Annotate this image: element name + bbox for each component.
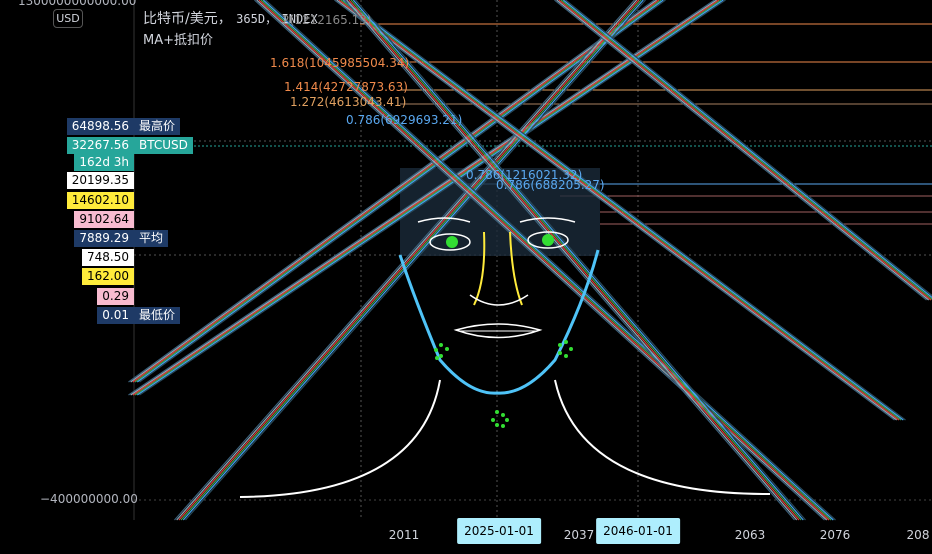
x-crosshair-date: 2046-01-01 (596, 518, 680, 544)
price-tag: 64898.56 (67, 118, 134, 135)
currency-badge[interactable]: USD (53, 9, 83, 28)
price-tag: 162.00 (82, 268, 134, 285)
fib-level-label: 0.786(688205.27) (496, 177, 605, 194)
price-tag-label: 最低价 (134, 307, 180, 324)
x-tick-label: 2011 (389, 528, 420, 542)
price-tag: 9102.64 (74, 211, 134, 228)
y-axis-bottom-label: −400000000.00 (40, 492, 138, 506)
face-dot (501, 424, 505, 428)
indicator-label[interactable]: MA+抵扣价 (143, 29, 213, 48)
fib-ratio: 2 (282, 13, 290, 27)
x-tick-label: 2063 (735, 528, 766, 542)
fib-price: (4613043.41) (324, 95, 406, 109)
interval-label: 365D (236, 12, 265, 26)
symbol-name: 比特币/美元 (143, 11, 218, 27)
fib-level-label: 1.618(1045985504.34) (270, 55, 409, 72)
face-dot (495, 423, 499, 427)
y-axis-top-label: 1300000000000.00 (18, 0, 136, 8)
price-tag-countdown: 162d 3h (74, 154, 134, 171)
price-tag: 0.01 (97, 307, 134, 324)
ray-line (257, 0, 827, 520)
ray-line (177, 0, 637, 520)
face-dot (435, 356, 439, 360)
fib-ratio: 1.272 (290, 95, 324, 109)
price-tag: 7889.29 (74, 230, 134, 247)
face-dot (569, 347, 573, 351)
fib-level-label: 0.786(6929693.21) (346, 112, 462, 129)
face-dot (434, 348, 438, 352)
price-tag: 32267.56 (67, 137, 134, 154)
face-dot (558, 351, 562, 355)
fib-ratio: 1.618 (270, 56, 304, 70)
x-tick-label: 2076 (820, 528, 851, 542)
face-dot (501, 413, 505, 417)
left-eye (446, 236, 458, 248)
face-dot (505, 418, 509, 422)
fib-price: (42727873.63) (318, 80, 408, 94)
ray-line (356, 0, 806, 520)
ray-line (353, 0, 803, 520)
x-crosshair-date: 2025-01-01 (457, 518, 541, 544)
fib-ratio: 0.786 (346, 113, 380, 127)
chart-drawing[interactable] (0, 0, 932, 550)
fib-price: (6929693.21) (380, 113, 462, 127)
price-tag-label: BTCUSD (134, 137, 193, 154)
x-tick-label: 208 (907, 528, 930, 542)
ray-line (557, 0, 929, 300)
face-dot (445, 347, 449, 351)
face-dot (558, 343, 562, 347)
x-tick-label: 2037 (564, 528, 595, 542)
ray-line (259, 0, 829, 520)
price-tag: 14602.10 (67, 192, 134, 209)
ray-line (561, 0, 932, 300)
chart-canvas[interactable]: 1300000000000.00 USD 比特币/美元， 365D， INDEX… (0, 0, 932, 550)
price-tag: 748.50 (82, 249, 134, 266)
fib-level-label: 2(1212165.13) (282, 12, 372, 29)
face-dot (491, 418, 495, 422)
price-tag: 0.29 (97, 288, 134, 305)
fib-level-label: 1.272(4613043.41) (290, 94, 406, 111)
fib-ratio: 0.786 (496, 178, 530, 192)
price-tag-label: 最高价 (134, 118, 180, 135)
fib-price: (1212165.13) (290, 13, 372, 27)
face-dots (434, 340, 573, 428)
ray-line (175, 0, 635, 520)
right-eye (542, 234, 554, 246)
face-dot (495, 410, 499, 414)
ray-bundles (129, 0, 932, 520)
face-dot (564, 340, 568, 344)
fib-price: (688205.27) (530, 178, 604, 192)
face-dot (439, 354, 443, 358)
face-dot (564, 354, 568, 358)
price-tag: 20199.35 (67, 172, 134, 189)
price-tag-label: 平均 (134, 230, 168, 247)
fib-price: (1045985504.34) (304, 56, 409, 70)
face-dot (439, 343, 443, 347)
fib-ratio: 1.414 (284, 80, 318, 94)
